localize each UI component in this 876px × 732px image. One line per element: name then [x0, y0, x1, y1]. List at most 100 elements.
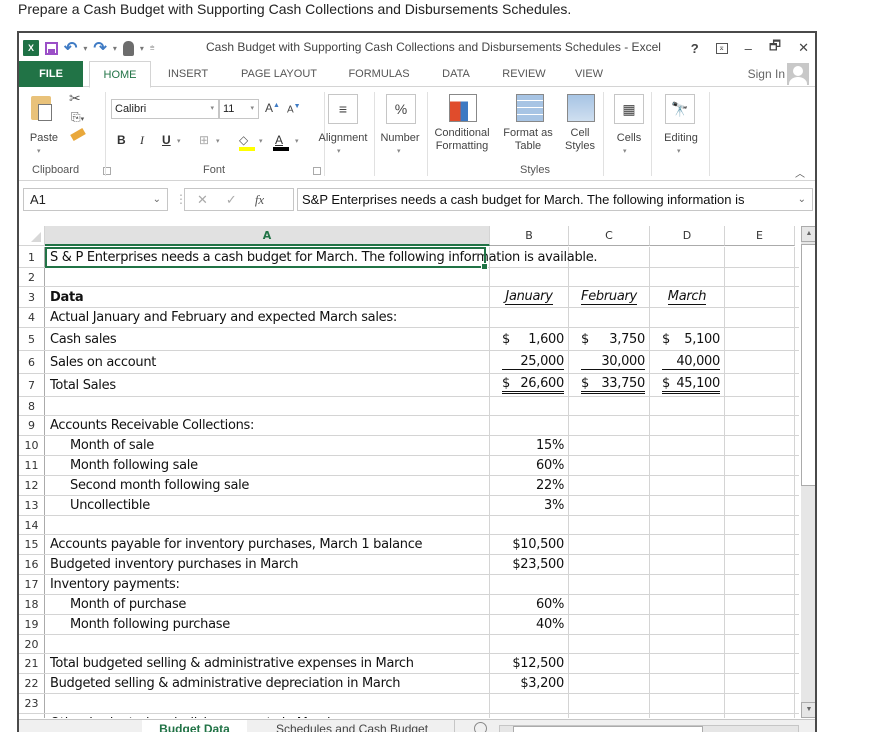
row-header[interactable]: 21: [19, 654, 45, 673]
cell-a16[interactable]: Budgeted inventory purchases in March: [46, 555, 490, 574]
scroll-down-icon[interactable]: ▼: [801, 702, 815, 718]
cell-d3[interactable]: March: [650, 287, 725, 307]
cell-c7[interactable]: $33,750: [569, 374, 650, 396]
row-header[interactable]: 17: [19, 575, 45, 594]
cell-b5[interactable]: $1,600: [490, 328, 569, 350]
cell-a11[interactable]: Month following sale: [46, 456, 490, 475]
row-header[interactable]: 10: [19, 436, 45, 455]
cell-d14[interactable]: [650, 516, 725, 534]
sign-in[interactable]: Sign In: [748, 63, 809, 85]
cell-d11[interactable]: [650, 456, 725, 475]
vertical-scrollbar[interactable]: ▲ ▼: [801, 226, 815, 718]
cell-b2[interactable]: [490, 268, 569, 286]
sheet-tab-schedules-and-cash-budget[interactable]: Schedules and Cash Budget: [250, 720, 455, 732]
select-all-corner[interactable]: [19, 226, 45, 246]
avatar[interactable]: [787, 63, 809, 85]
tab-review[interactable]: REVIEW: [493, 61, 555, 87]
vertical-scroll-thumb[interactable]: [801, 244, 815, 486]
chevron-down-icon[interactable]: ⌄: [153, 189, 161, 210]
underline-button[interactable]: U: [162, 133, 171, 147]
cells-dropdown-icon[interactable]: ▾: [623, 145, 627, 158]
borders-dropdown-icon[interactable]: ▾: [216, 137, 220, 145]
tab-view[interactable]: VIEW: [567, 61, 611, 87]
alignment-dropdown-icon[interactable]: ▾: [337, 145, 341, 158]
horizontal-scroll-thumb[interactable]: [513, 726, 703, 732]
expand-formula-bar-icon[interactable]: ⌄: [798, 189, 806, 210]
fill-color-icon[interactable]: ◇: [239, 133, 248, 147]
font-color-icon[interactable]: A: [275, 133, 283, 147]
cells-icon[interactable]: ▦: [614, 94, 644, 124]
tab-home[interactable]: HOME: [89, 61, 151, 88]
cell-a15[interactable]: Accounts payable for inventory purchases…: [46, 535, 490, 554]
column-header-a[interactable]: A: [45, 226, 490, 246]
cell-e23[interactable]: [725, 694, 795, 713]
name-box[interactable]: A1 ⌄: [23, 188, 168, 211]
cell-b18[interactable]: 60%: [490, 595, 569, 614]
cell-d6[interactable]: 40,000: [650, 351, 725, 373]
paste-dropdown-icon[interactable]: ▾: [37, 145, 41, 158]
cell-b6[interactable]: 25,000: [490, 351, 569, 373]
borders-icon[interactable]: ⊞: [199, 133, 209, 147]
cell-b21[interactable]: $12,500: [490, 654, 569, 673]
minimize-icon[interactable]: –: [745, 41, 752, 56]
tab-formulas[interactable]: FORMULAS: [339, 61, 419, 87]
sheet-tab-budget-data[interactable]: Budget Data: [142, 720, 247, 732]
format-as-table-icon[interactable]: [516, 94, 544, 122]
cell-b11[interactable]: 60%: [490, 456, 569, 475]
cell-b16[interactable]: $23,500: [490, 555, 569, 574]
cell-c18[interactable]: [569, 595, 650, 614]
cell-e5[interactable]: [725, 328, 795, 350]
cell-e10[interactable]: [725, 436, 795, 455]
conditional-formatting-button[interactable]: Conditional Formatting: [429, 127, 495, 153]
cell-e1[interactable]: [725, 247, 795, 267]
cell-a21[interactable]: Total budgeted selling & administrative …: [46, 654, 490, 673]
cell-e19[interactable]: [725, 615, 795, 634]
row-header[interactable]: 20: [19, 635, 45, 653]
row-header[interactable]: 4: [19, 308, 45, 327]
cell-a12[interactable]: Second month following sale: [46, 476, 490, 495]
redo-dropdown-icon[interactable]: ▾: [113, 44, 117, 53]
cell-d21[interactable]: [650, 654, 725, 673]
row-header[interactable]: 1: [19, 247, 45, 267]
cell-d2[interactable]: [650, 268, 725, 286]
help-icon[interactable]: ?: [691, 41, 699, 56]
cell-c17[interactable]: [569, 575, 650, 594]
cell-e21[interactable]: [725, 654, 795, 673]
cell-a8[interactable]: [46, 397, 490, 415]
cell-a13[interactable]: Uncollectible: [46, 496, 490, 515]
cell-a24[interactable]: Other budgeted cash disbursements in Mar…: [46, 714, 490, 718]
enter-check-icon[interactable]: ✓: [226, 192, 237, 208]
cell-c19[interactable]: [569, 615, 650, 634]
cell-styles-icon[interactable]: [567, 94, 595, 122]
cell-a23[interactable]: [46, 694, 490, 713]
cell-a10[interactable]: Month of sale: [46, 436, 490, 455]
cell-c6[interactable]: 30,000: [569, 351, 650, 373]
tab-insert[interactable]: INSERT: [159, 61, 217, 87]
scroll-up-icon[interactable]: ▲: [801, 226, 815, 242]
cell-c13[interactable]: [569, 496, 650, 515]
row-header[interactable]: 3: [19, 287, 45, 307]
cell-d10[interactable]: [650, 436, 725, 455]
undo-icon[interactable]: ↶: [64, 38, 77, 58]
formula-input[interactable]: S&P Enterprises needs a cash budget for …: [297, 188, 813, 211]
cell-b4[interactable]: [490, 308, 569, 327]
cell-b10[interactable]: 15%: [490, 436, 569, 455]
format-as-table-button[interactable]: Format as Table: [500, 127, 556, 153]
cell-c10[interactable]: [569, 436, 650, 455]
cell-d18[interactable]: [650, 595, 725, 614]
tab-data[interactable]: DATA: [431, 61, 481, 87]
tab-file[interactable]: FILE: [19, 61, 83, 87]
cell-d15[interactable]: [650, 535, 725, 554]
cell-c16[interactable]: [569, 555, 650, 574]
restore-icon[interactable]: 🗗: [769, 37, 781, 59]
row-header[interactable]: 5: [19, 328, 45, 350]
cell-e7[interactable]: [725, 374, 795, 396]
cell-d9[interactable]: [650, 416, 725, 435]
close-icon[interactable]: ✕: [798, 40, 809, 56]
cell-a3[interactable]: Data: [46, 287, 490, 307]
cell-e11[interactable]: [725, 456, 795, 475]
cell-b9[interactable]: [490, 416, 569, 435]
undo-dropdown-icon[interactable]: ▾: [83, 44, 87, 53]
cell-c23[interactable]: [569, 694, 650, 713]
cell-a22[interactable]: Budgeted selling & administrative deprec…: [46, 674, 490, 693]
